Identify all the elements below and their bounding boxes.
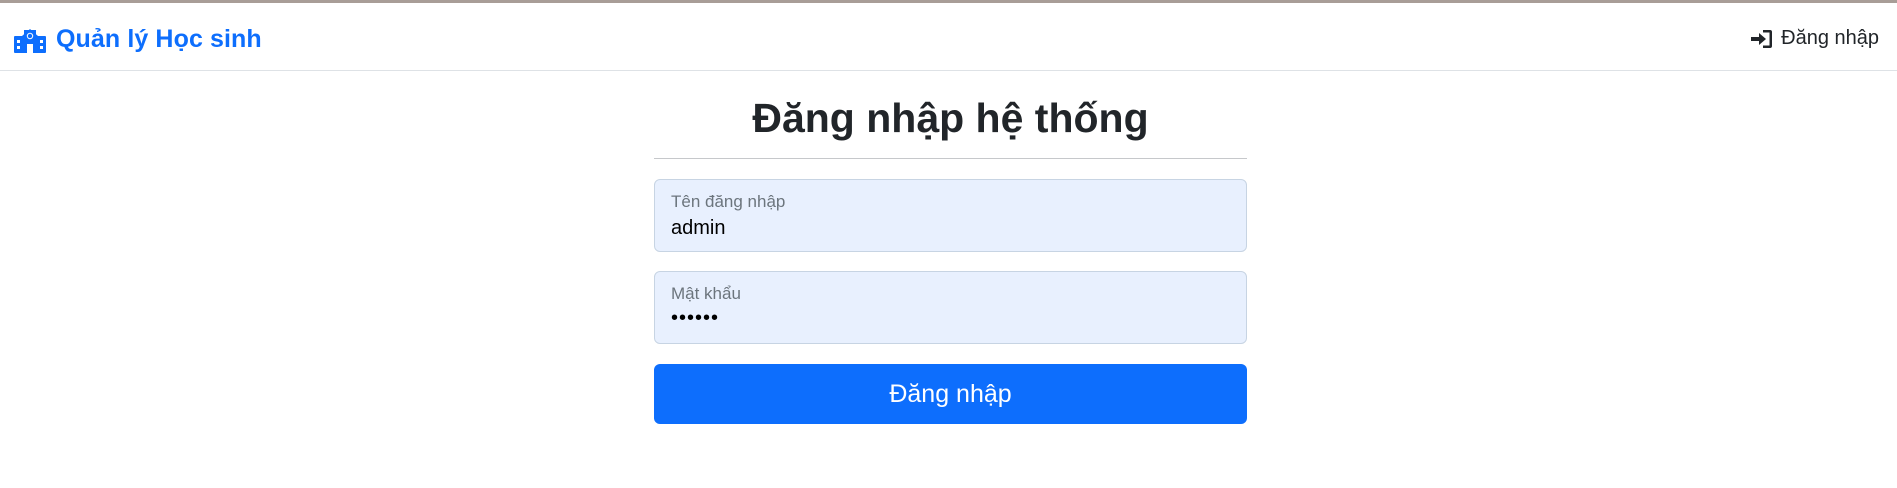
nav-login-label: Đăng nhập bbox=[1781, 27, 1879, 49]
username-input[interactable] bbox=[671, 217, 1211, 240]
nav-login-link[interactable]: Đăng nhập bbox=[1751, 27, 1879, 50]
sign-in-icon bbox=[1751, 29, 1773, 49]
login-form: Đăng nhập hệ thống Tên đăng nhập Mật khẩ… bbox=[654, 92, 1247, 424]
page-title: Đăng nhập hệ thống bbox=[752, 95, 1149, 141]
school-icon bbox=[14, 27, 46, 53]
password-input[interactable] bbox=[671, 307, 1211, 330]
navbar: Quản lý Học sinh Đăng nhập bbox=[0, 3, 1897, 71]
username-field[interactable]: Tên đăng nhập bbox=[654, 179, 1247, 252]
title-divider bbox=[654, 158, 1247, 159]
brand-link[interactable]: Quản lý Học sinh bbox=[14, 25, 262, 54]
password-label: Mật khẩu bbox=[671, 284, 741, 303]
brand-label: Quản lý Học sinh bbox=[56, 25, 262, 53]
login-button[interactable]: Đăng nhập bbox=[654, 364, 1247, 424]
username-label: Tên đăng nhập bbox=[671, 192, 786, 211]
password-field[interactable]: Mật khẩu bbox=[654, 271, 1247, 344]
